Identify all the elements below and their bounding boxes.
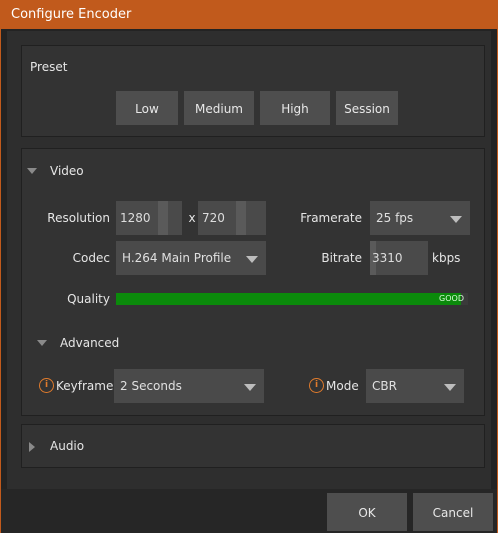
chevron-down-icon	[244, 384, 256, 391]
chevron-down-icon	[444, 384, 456, 391]
preset-high-button[interactable]: High	[260, 91, 330, 125]
resolution-separator: x	[188, 211, 196, 225]
chevron-down-icon	[246, 256, 258, 263]
mode-value: CBR	[372, 379, 397, 393]
preset-session-button[interactable]: Session	[336, 91, 398, 125]
quality-bar: GOOD	[116, 293, 468, 305]
codec-dropdown[interactable]: H.264 Main Profile	[116, 241, 266, 275]
dialog-content: Preset Low Medium High Session Video Res…	[7, 31, 491, 489]
window-title: Configure Encoder	[11, 7, 132, 22]
video-title: Video	[50, 164, 84, 178]
dialog-footer: OK Cancel	[1, 489, 497, 533]
advanced-collapse-icon[interactable]	[37, 340, 47, 346]
advanced-title: Advanced	[60, 336, 120, 350]
mode-info-icon[interactable]: i	[309, 378, 324, 393]
bitrate-unit: kbps	[432, 251, 461, 265]
preset-title: Preset	[30, 60, 68, 74]
framerate-dropdown[interactable]: 25 fps	[370, 201, 470, 235]
quality-label: Quality	[67, 292, 110, 306]
preset-medium-button[interactable]: Medium	[184, 91, 254, 125]
framerate-value: 25 fps	[376, 211, 414, 225]
keyframe-label: Keyframe	[56, 379, 114, 393]
codec-value: H.264 Main Profile	[122, 251, 232, 265]
ok-button[interactable]: OK	[327, 493, 407, 531]
resolution-width-value: 1280	[120, 211, 151, 225]
framerate-label: Framerate	[300, 211, 362, 225]
mode-dropdown[interactable]: CBR	[366, 369, 464, 403]
quality-text: GOOD	[439, 294, 464, 303]
keyframe-dropdown[interactable]: 2 Seconds	[114, 369, 264, 403]
quality-fill	[116, 293, 461, 305]
audio-title: Audio	[50, 439, 85, 453]
height-spinner-handle[interactable]	[236, 201, 246, 235]
resolution-height-field[interactable]: 720	[198, 201, 266, 235]
bitrate-value: 3310	[372, 251, 403, 265]
chevron-down-icon	[450, 216, 462, 223]
mode-label: Mode	[326, 379, 359, 393]
keyframe-value: 2 Seconds	[120, 379, 182, 393]
keyframe-info-icon[interactable]: i	[39, 378, 54, 393]
resolution-label: Resolution	[47, 211, 110, 225]
title-bar[interactable]: Configure Encoder	[1, 1, 497, 29]
resolution-width-field[interactable]: 1280	[116, 201, 182, 235]
audio-expand-icon[interactable]	[29, 442, 35, 452]
audio-panel[interactable]: Audio	[21, 424, 485, 468]
video-panel: Video Resolution 1280 x 720 Framerate 25…	[21, 148, 485, 416]
width-spinner-handle[interactable]	[158, 201, 168, 235]
bitrate-field[interactable]: 3310	[370, 241, 428, 275]
preset-panel: Preset Low Medium High Session	[21, 45, 485, 137]
resolution-height-value: 720	[202, 211, 225, 225]
configure-encoder-dialog: Configure Encoder Preset Low Medium High…	[0, 0, 498, 533]
bitrate-label: Bitrate	[321, 251, 362, 265]
preset-low-button[interactable]: Low	[116, 91, 178, 125]
video-collapse-icon[interactable]	[27, 168, 37, 174]
codec-label: Codec	[72, 251, 110, 265]
cancel-button[interactable]: Cancel	[413, 493, 493, 531]
